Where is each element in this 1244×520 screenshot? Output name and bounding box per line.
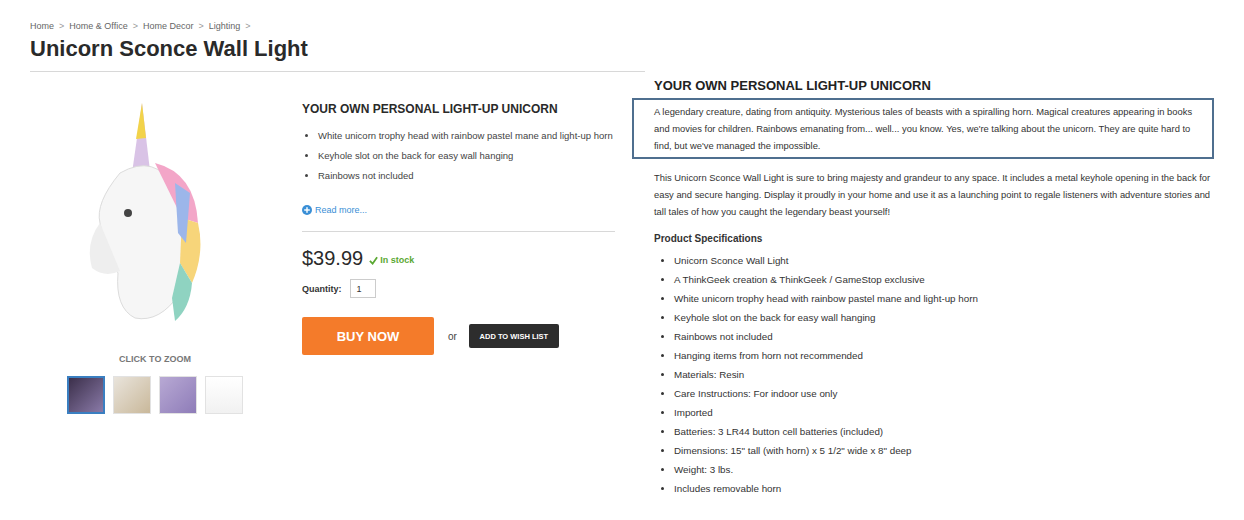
product-row: CLICK TO ZOOM YOUR OWN PERSONAL LIGHT-UP … xyxy=(30,72,633,414)
stock-text: In stock xyxy=(380,255,414,265)
summary-item: Rainbows not included xyxy=(318,166,615,186)
spec-item: Dimensions: 15" tall (with horn) x 5 1/2… xyxy=(674,441,1214,460)
page-header: Home > Home & Office > Home Decor > Lighting > U… xyxy=(30,20,645,72)
breadcrumb-link[interactable]: Home xyxy=(30,20,54,32)
thumbnail[interactable] xyxy=(159,376,197,414)
product-main: Home>Home & Office>Home Decor>Lighting>U… xyxy=(0,0,633,520)
breadcrumb-separator: > xyxy=(133,20,138,32)
divider xyxy=(302,231,615,232)
quantity-label: Quantity: xyxy=(302,284,342,294)
thumbnail[interactable] xyxy=(113,376,151,414)
spec-item: A ThinkGeek creation & ThinkGeek / GameS… xyxy=(674,270,1214,289)
breadcrumb: Home > Home & Office > Home Decor > Lighting > xyxy=(30,20,645,32)
spec-item: Hanging items from horn not recommended xyxy=(674,346,1214,365)
wish-list-button[interactable]: ADD TO WISH LIST xyxy=(469,324,559,348)
product-image[interactable] xyxy=(55,88,255,333)
button-row: BUY NOW or ADD TO WISH LIST xyxy=(302,317,615,355)
thumbnail-row xyxy=(67,376,243,414)
check-icon xyxy=(369,256,378,265)
breadcrumb-separator: > xyxy=(59,20,64,32)
read-more-link[interactable]: Read more... xyxy=(302,204,615,216)
breadcrumb-link[interactable]: Home Decor xyxy=(143,20,194,32)
description-paragraph: This Unicorn Sconce Wall Light is sure t… xyxy=(654,169,1214,220)
price: $39.99 xyxy=(302,246,363,270)
unicorn-icon xyxy=(80,93,230,328)
spec-item: Batteries: 3 LR44 button cell batteries … xyxy=(674,422,1214,441)
spec-heading: Product Specifications xyxy=(654,233,1214,245)
quantity-field[interactable]: 1 xyxy=(350,279,376,298)
breadcrumb-link[interactable]: Lighting xyxy=(209,20,241,32)
spec-item: Weight: 3 lbs. xyxy=(674,460,1214,479)
spec-list: Unicorn Sconce Wall LightA ThinkGeek cre… xyxy=(654,251,1214,498)
quantity-row: Quantity: 1 xyxy=(302,279,615,298)
summary-list: White unicorn trophy head with rainbow p… xyxy=(302,126,615,186)
breadcrumb-link[interactable]: Home & Office xyxy=(69,20,127,32)
summary-item: White unicorn trophy head with rainbow p… xyxy=(318,126,615,146)
zoom-label[interactable]: CLICK TO ZOOM xyxy=(119,353,191,365)
thumbnail[interactable] xyxy=(67,376,105,414)
thumbnail[interactable] xyxy=(205,376,243,414)
spec-item: Rainbows not included xyxy=(674,327,1214,346)
price-row: $39.99 In stock xyxy=(302,246,615,270)
spec-item: Includes removable horn xyxy=(674,479,1214,498)
spec-item: Keyhole slot on the back for easy wall h… xyxy=(674,308,1214,327)
details-heading: YOUR OWN PERSONAL LIGHT-UP UNICORN xyxy=(654,78,1214,93)
summary-item: Keyhole slot on the back for easy wall h… xyxy=(318,146,615,166)
breadcrumb-separator: > xyxy=(245,20,250,32)
product-page: Home > Home & Office > Home Decor > Lighting > U… xyxy=(0,0,1244,520)
product-info: YOUR OWN PERSONAL LIGHT-UP UNICORN White … xyxy=(302,72,615,414)
spec-item: Materials: Resin xyxy=(674,365,1214,384)
spec-item: White unicorn trophy head with rainbow p… xyxy=(674,289,1214,308)
buy-now-button[interactable]: BUY NOW xyxy=(302,317,434,355)
highlighted-paragraph: A legendary creature, dating from antiqu… xyxy=(632,98,1214,159)
stock-status: In stock xyxy=(369,255,414,265)
spec-item: Imported xyxy=(674,403,1214,422)
gallery: CLICK TO ZOOM xyxy=(30,72,280,414)
plus-circle-icon xyxy=(302,205,312,215)
breadcrumb-separator: > xyxy=(198,20,203,32)
spec-item: Unicorn Sconce Wall Light xyxy=(674,251,1214,270)
spec-item: Care Instructions: For indoor use only xyxy=(674,384,1214,403)
product-details: YOUR OWN PERSONAL LIGHT-UP UNICORNA lege… xyxy=(654,0,1214,520)
summary-heading: YOUR OWN PERSONAL LIGHT-UP UNICORN xyxy=(302,102,615,116)
read-more-text[interactable]: Read more... xyxy=(315,204,367,216)
product-title: Unicorn Sconce Wall Light xyxy=(30,36,645,62)
or-text: or xyxy=(448,331,457,342)
